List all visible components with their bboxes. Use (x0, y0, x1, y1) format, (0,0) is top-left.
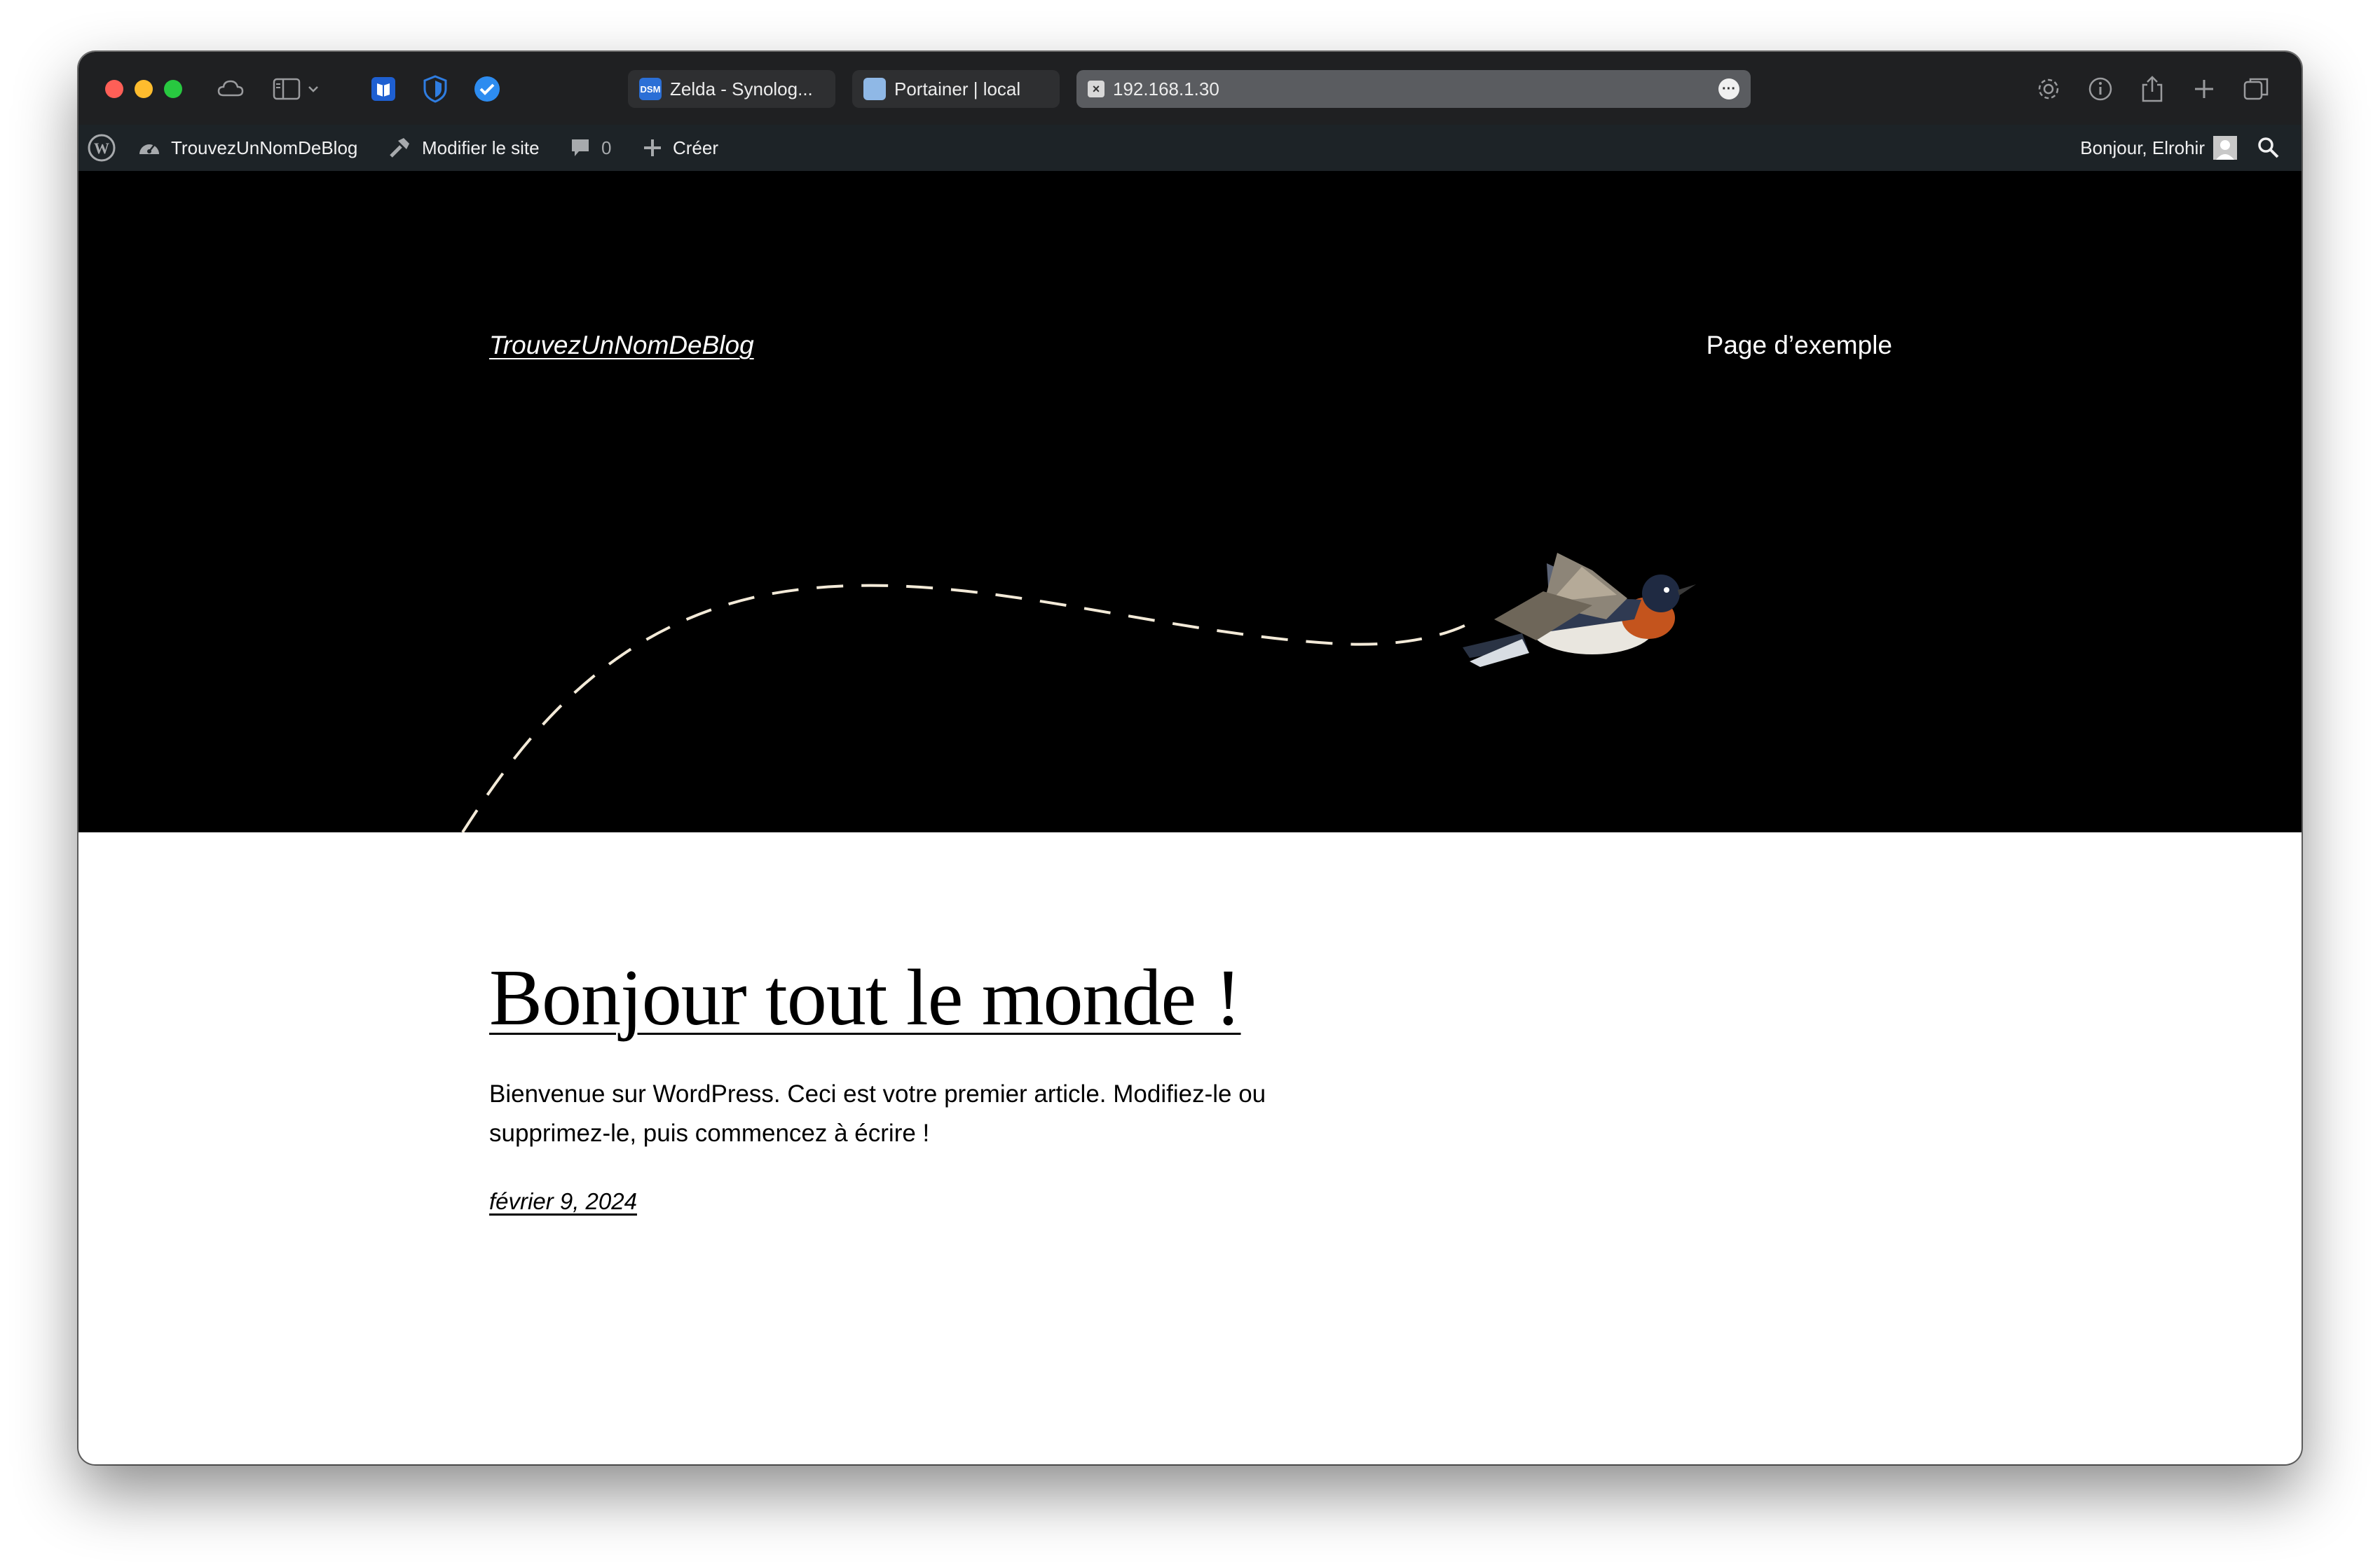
greeting-label: Bonjour, Elrohir (2080, 137, 2205, 158)
tab-label: Zelda - Synolog... (670, 78, 813, 99)
wp-admin-bar: W TrouvezUnNomDeBlog Modifier le site 0 … (78, 125, 2302, 171)
site-favicon-icon: × (1088, 81, 1104, 97)
site-title-link[interactable]: TrouvezUnNomDeBlog (489, 331, 754, 360)
tab-label: Portainer | local (894, 78, 1021, 99)
portainer-favicon-icon (863, 78, 886, 100)
svg-text:W: W (94, 139, 109, 157)
bird-icon (1463, 553, 1696, 667)
site-header: TrouvezUnNomDeBlog Page d’exemple (78, 171, 2302, 832)
dashed-flight-path (461, 584, 1478, 832)
tab-portainer[interactable]: Portainer | local (852, 70, 1060, 108)
tab-overview-icon[interactable] (2240, 73, 2272, 105)
browser-toolbar: DSM Zelda - Synolog... Portainer | local… (78, 52, 2302, 125)
checkmark-extension-icon[interactable] (471, 73, 503, 105)
adminbar-edit-site-label: Modifier le site (422, 137, 540, 158)
address-text[interactable]: 192.168.1.30 (1113, 78, 1219, 100)
adminbar-edit-site[interactable]: Modifier le site (387, 125, 540, 171)
adminbar-site-name[interactable]: TrouvezUnNomDeBlog (137, 125, 357, 171)
plus-icon (644, 139, 661, 156)
post-title-link[interactable]: Bonjour tout le monde ! (489, 951, 1242, 1044)
comments-count: 0 (601, 137, 612, 158)
new-tab-plus-icon[interactable] (2188, 73, 2220, 105)
tab-active-address[interactable]: × 192.168.1.30 ··· (1076, 70, 1751, 108)
icloud-icon[interactable] (214, 73, 247, 105)
share-icon[interactable] (2136, 73, 2168, 105)
settings-gear-icon[interactable] (2032, 73, 2065, 105)
adminbar-account[interactable]: Bonjour, Elrohir (2080, 125, 2247, 171)
adminbar-search-icon[interactable] (2257, 125, 2290, 171)
shield-extension-icon[interactable] (419, 73, 451, 105)
browser-window: DSM Zelda - Synolog... Portainer | local… (78, 52, 2302, 1464)
hero-illustration (461, 553, 1696, 832)
adminbar-comments[interactable]: 0 (569, 125, 611, 171)
hammer-icon (390, 138, 409, 158)
minimize-window-button[interactable] (135, 80, 153, 98)
close-window-button[interactable] (105, 80, 123, 98)
info-icon[interactable] (2084, 73, 2116, 105)
adminbar-new-label: Créer (673, 137, 719, 158)
post-date-link[interactable]: février 9, 2024 (489, 1188, 637, 1215)
wordpress-logo-icon[interactable]: W (87, 125, 126, 171)
more-options-icon[interactable]: ··· (1718, 78, 1739, 99)
sidebar-toggle-icon[interactable] (271, 73, 303, 105)
dsm-favicon-icon: DSM (639, 78, 662, 100)
avatar (2213, 136, 2237, 160)
post-excerpt: Bienvenue sur WordPress. Ceci est votre … (489, 1080, 1266, 1147)
zoom-window-button[interactable] (164, 80, 182, 98)
chevron-down-icon[interactable] (303, 73, 324, 105)
reader-extension-icon[interactable] (367, 73, 399, 105)
comment-bubble-icon (572, 139, 589, 156)
dashboard-gauge-icon (139, 144, 159, 154)
adminbar-new-content[interactable]: Créer (642, 125, 718, 171)
nav-sample-page-link[interactable]: Page d’exemple (1707, 331, 1892, 360)
adminbar-site-label: TrouvezUnNomDeBlog (171, 137, 358, 158)
tab-synology[interactable]: DSM Zelda - Synolog... (628, 70, 835, 108)
